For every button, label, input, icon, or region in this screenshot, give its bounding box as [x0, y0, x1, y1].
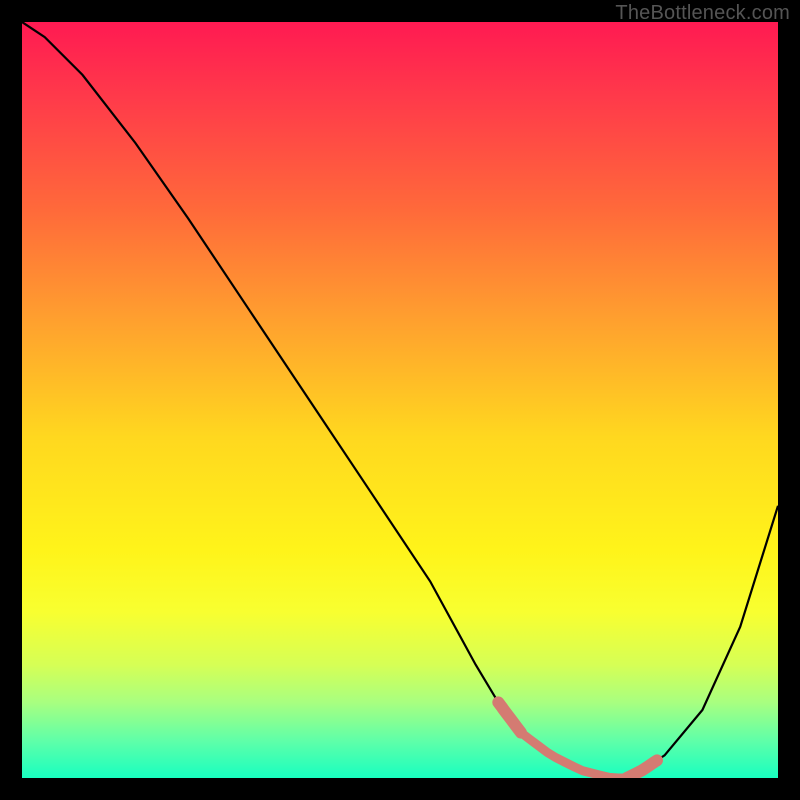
- bottleneck-curve: [22, 22, 778, 778]
- chart-plot-area: [22, 22, 778, 778]
- curve-highlight-segment: [627, 760, 657, 778]
- curve-highlight-segment: [521, 733, 627, 778]
- curve-highlight-segment: [498, 702, 521, 732]
- watermark-text: TheBottleneck.com: [615, 2, 790, 25]
- curve-highlight-group: [498, 702, 657, 778]
- chart-svg: [22, 22, 778, 778]
